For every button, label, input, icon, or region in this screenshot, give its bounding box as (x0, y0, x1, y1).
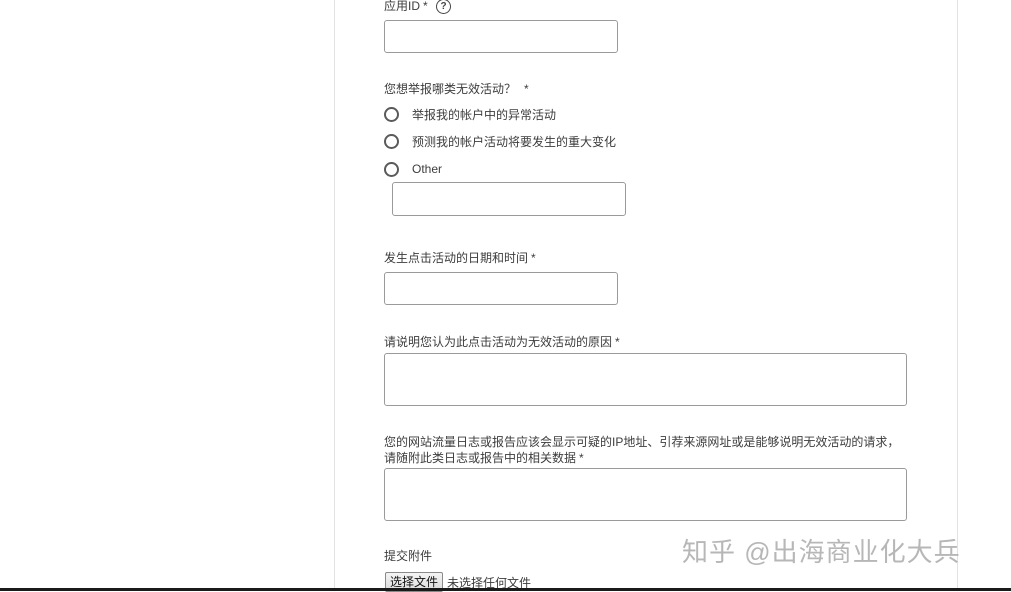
datetime-input[interactable] (384, 272, 618, 305)
datetime-label: 发生点击活动的日期和时间 * (384, 251, 536, 265)
radio-option-predicted-change[interactable]: 预测我的帐户活动将要发生的重大变化 (384, 133, 616, 149)
help-circle-icon[interactable]: ? (436, 0, 451, 14)
radio-option-other[interactable]: Other (384, 161, 442, 177)
watermark: 知乎 @出海商业化大兵 (682, 537, 961, 567)
reason-textarea[interactable] (384, 353, 907, 406)
page-right-border (957, 0, 958, 591)
logs-textarea[interactable] (384, 468, 907, 521)
logs-label-line1: 您的网站流量日志或报告应该会显示可疑的IP地址、引荐来源网址或是能够说明无效活动… (384, 435, 900, 449)
radio-option-abnormal-activity[interactable]: 举报我的帐户中的异常活动 (384, 106, 556, 122)
radio-button[interactable] (384, 133, 399, 149)
app-id-input[interactable] (384, 20, 618, 53)
radio-button[interactable] (384, 106, 399, 122)
radio-label: 举报我的帐户中的异常活动 (412, 107, 557, 122)
page-left-border (334, 0, 335, 591)
other-text-input[interactable] (392, 182, 626, 216)
radio-button[interactable] (384, 161, 399, 177)
attachment-label: 提交附件 (384, 549, 433, 563)
radio-label: Other (412, 162, 443, 176)
reason-label: 请说明您认为此点击活动为无效活动的原因 * (384, 335, 620, 349)
app-id-label: 应用ID * (384, 0, 428, 13)
activity-type-label: 您想举报哪类无效活动？ * (384, 82, 529, 96)
logs-label-line2: 请随附此类日志或报告中的相关数据 * (384, 451, 584, 465)
radio-label: 预测我的帐户活动将要发生的重大变化 (412, 134, 617, 149)
